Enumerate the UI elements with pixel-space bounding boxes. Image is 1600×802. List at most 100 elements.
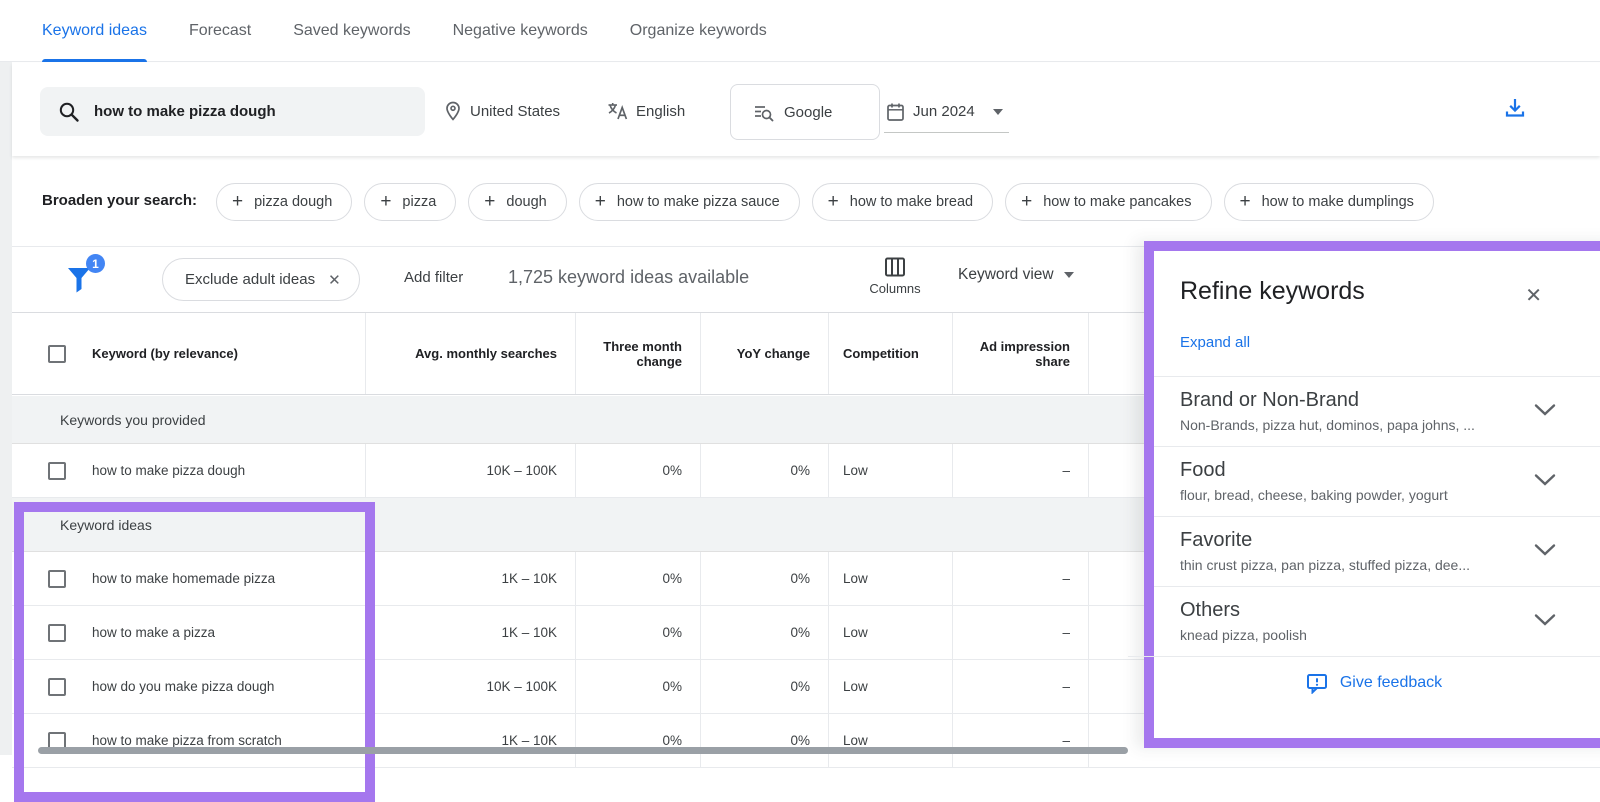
filter-funnel-button[interactable]: 1 [64, 260, 94, 294]
horizontal-scrollbar[interactable] [38, 747, 1128, 754]
refine-keywords-panel: Refine keywords ✕ Expand all Brand or No… [1144, 241, 1600, 748]
active-tab-underline [42, 59, 147, 62]
tab-keyword-ideas[interactable]: Keyword ideas [42, 0, 147, 62]
competition-cell: Low [828, 606, 952, 659]
broaden-chip-dumplings[interactable]: +how to make dumplings [1224, 183, 1434, 221]
section-subtitle: Non-Brands, pizza hut, dominos, papa joh… [1180, 417, 1594, 433]
columns-button[interactable]: Columns [864, 255, 926, 296]
tab-label: Keyword ideas [42, 22, 147, 40]
tab-label: Negative keywords [453, 22, 588, 40]
header-ad-impression-share[interactable]: Ad impression share [952, 313, 1088, 394]
ad-share-cell: – [952, 660, 1088, 713]
broaden-search-label: Broaden your search: [42, 192, 197, 209]
plus-icon: + [232, 191, 243, 213]
tab-organize-keywords[interactable]: Organize keywords [630, 0, 767, 62]
keyword-cell: how to make a pizza [92, 625, 215, 640]
add-filter-button[interactable]: Add filter [404, 269, 463, 286]
columns-label: Columns [864, 281, 926, 296]
filter-count-badge: 1 [86, 254, 105, 273]
refine-section-others[interactable]: Others knead pizza, poolish [1154, 586, 1600, 656]
download-button[interactable] [1502, 95, 1528, 121]
keyword-view-dropdown[interactable]: Keyword view [958, 266, 1074, 284]
header-competition[interactable]: Competition [828, 313, 952, 394]
network-label: Google [784, 104, 832, 121]
translate-icon [607, 101, 628, 121]
three-month-cell: 0% [575, 552, 700, 605]
broaden-chip-list: +pizza dough +pizza +dough +how to make … [216, 183, 1434, 221]
broaden-chip-pizza-dough[interactable]: + pizza dough [216, 183, 352, 221]
yoy-cell: 0% [700, 552, 828, 605]
close-icon[interactable]: ✕ [328, 271, 341, 289]
row-checkbox[interactable] [48, 462, 66, 480]
close-icon[interactable]: ✕ [1525, 283, 1542, 308]
date-range-selector[interactable]: Jun 2024 [884, 91, 1009, 133]
language-selector[interactable]: English [607, 101, 685, 121]
section-title: Brand or Non-Brand [1180, 389, 1594, 412]
refine-section-favorite[interactable]: Favorite thin crust pizza, pan pizza, st… [1154, 516, 1600, 586]
chevron-down-icon [1064, 272, 1074, 278]
expand-all-link[interactable]: Expand all [1180, 334, 1250, 351]
refine-section-brand[interactable]: Brand or Non-Brand Non-Brands, pizza hut… [1154, 376, 1600, 446]
ad-share-cell: – [952, 714, 1088, 767]
row-checkbox[interactable] [48, 570, 66, 588]
view-label: Keyword view [958, 266, 1054, 284]
results-count-text: 1,725 keyword ideas available [508, 267, 749, 288]
section-title: Favorite [1180, 529, 1594, 552]
competition-cell: Low [828, 660, 952, 713]
feedback-label: Give feedback [1340, 674, 1442, 692]
search-network-icon [753, 102, 774, 123]
three-month-cell: 0% [575, 606, 700, 659]
tab-saved-keywords[interactable]: Saved keywords [293, 0, 410, 62]
search-toolbar: United States English Google Jun 2024 [12, 63, 1600, 156]
tab-bar: Keyword ideas Forecast Saved keywords Ne… [0, 0, 1600, 62]
keyword-cell: how to make homemade pizza [92, 571, 275, 586]
chevron-down-icon[interactable] [1534, 473, 1556, 487]
avg-searches-cell: 10K – 100K [365, 444, 575, 497]
row-checkbox[interactable] [48, 678, 66, 696]
plus-icon: + [1021, 191, 1032, 213]
tab-label: Saved keywords [293, 22, 410, 40]
broaden-chip-pizza[interactable]: +pizza [364, 183, 456, 221]
chip-label: pizza dough [254, 194, 332, 210]
tab-forecast[interactable]: Forecast [189, 0, 251, 62]
header-avg-monthly-searches[interactable]: Avg. monthly searches [365, 313, 575, 394]
chip-label: pizza [402, 194, 436, 210]
tab-negative-keywords[interactable]: Negative keywords [453, 0, 588, 62]
plus-icon: + [484, 191, 495, 213]
select-all-checkbox[interactable] [48, 345, 66, 363]
section-title: Others [1180, 599, 1594, 622]
three-month-cell: 0% [575, 444, 700, 497]
location-label: United States [470, 103, 560, 120]
chevron-down-icon[interactable] [1534, 403, 1556, 417]
avg-searches-cell: 1K – 10K [365, 606, 575, 659]
language-label: English [636, 103, 685, 120]
network-selector[interactable]: Google [730, 84, 880, 140]
broaden-chip-pizza-sauce[interactable]: +how to make pizza sauce [579, 183, 800, 221]
avg-searches-cell: 10K – 100K [365, 660, 575, 713]
location-selector[interactable]: United States [444, 101, 560, 121]
header-keyword[interactable]: Keyword (by relevance) [12, 313, 365, 394]
header-yoy-change[interactable]: YoY change [700, 313, 828, 394]
header-three-month-change[interactable]: Three month change [575, 313, 700, 394]
give-feedback-button[interactable]: Give feedback [1128, 656, 1600, 708]
tab-label: Forecast [189, 22, 251, 40]
refine-section-food[interactable]: Food flour, bread, cheese, baking powder… [1154, 446, 1600, 516]
search-input[interactable] [94, 103, 394, 120]
keyword-search-box[interactable] [40, 87, 425, 136]
row-checkbox[interactable] [48, 624, 66, 642]
broaden-chip-pancakes[interactable]: +how to make pancakes [1005, 183, 1211, 221]
date-range-label: Jun 2024 [913, 103, 975, 120]
chip-label: how to make dumplings [1262, 194, 1414, 210]
keyword-cell: how to make pizza from scratch [92, 733, 282, 748]
page-left-gutter [0, 62, 12, 755]
chip-label: Exclude adult ideas [185, 271, 315, 288]
broaden-chip-dough[interactable]: + dough [468, 183, 566, 221]
chip-label: dough [506, 194, 546, 210]
exclude-adult-ideas-chip[interactable]: Exclude adult ideas ✕ [162, 258, 360, 301]
chevron-down-icon[interactable] [1534, 543, 1556, 557]
yoy-cell: 0% [700, 606, 828, 659]
broaden-chip-bread[interactable]: +how to make bread [812, 183, 993, 221]
calendar-icon [886, 102, 905, 122]
competition-cell: Low [828, 552, 952, 605]
chevron-down-icon[interactable] [1534, 613, 1556, 627]
